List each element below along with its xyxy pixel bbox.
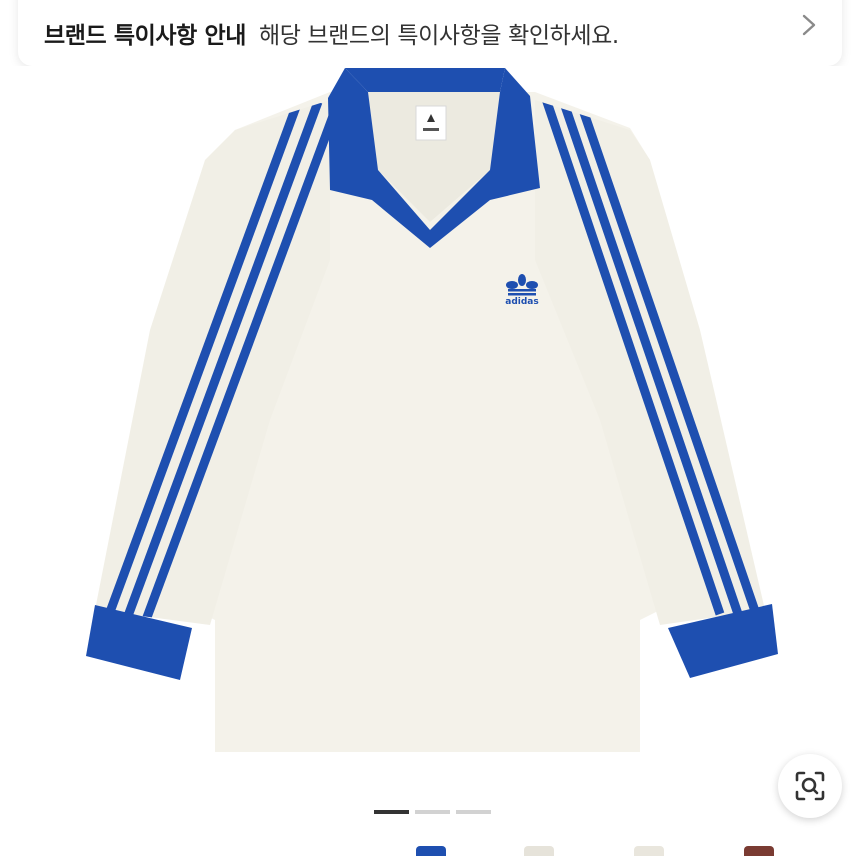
chest-logo-text: adidas	[505, 297, 538, 307]
related-thumbnails	[0, 846, 856, 856]
jersey-illustration: adidas	[86, 68, 778, 752]
product-image[interactable]: adidas	[0, 66, 856, 786]
brand-notice-banner[interactable]: 브랜드 특이사항 안내 해당 브랜드의 특이사항을 확인하세요.	[18, 0, 842, 66]
brand-notice-text: 브랜드 특이사항 안내 해당 브랜드의 특이사항을 확인하세요.	[44, 16, 619, 50]
thumbnail-item[interactable]	[524, 846, 554, 856]
thumbnail-item[interactable]	[634, 846, 664, 856]
chevron-right-icon	[802, 14, 816, 36]
pager-indicator-1[interactable]	[374, 810, 409, 814]
product-detail-page: 브랜드 특이사항 안내 해당 브랜드의 특이사항을 확인하세요. adidas	[0, 0, 856, 856]
brand-notice-description: 해당 브랜드의 특이사항을 확인하세요.	[258, 23, 619, 49]
image-pager	[374, 810, 491, 814]
thumbnail-item[interactable]	[416, 846, 446, 856]
neck-label	[415, 105, 447, 141]
thumbnail-item[interactable]	[744, 846, 774, 856]
collar-back	[345, 68, 505, 92]
brand-notice-title: 브랜드 특이사항 안내	[44, 23, 247, 49]
pager-indicator-2[interactable]	[415, 810, 450, 814]
image-search-button[interactable]	[778, 754, 842, 818]
pager-indicator-3[interactable]	[456, 810, 491, 814]
image-search-icon	[795, 771, 825, 801]
